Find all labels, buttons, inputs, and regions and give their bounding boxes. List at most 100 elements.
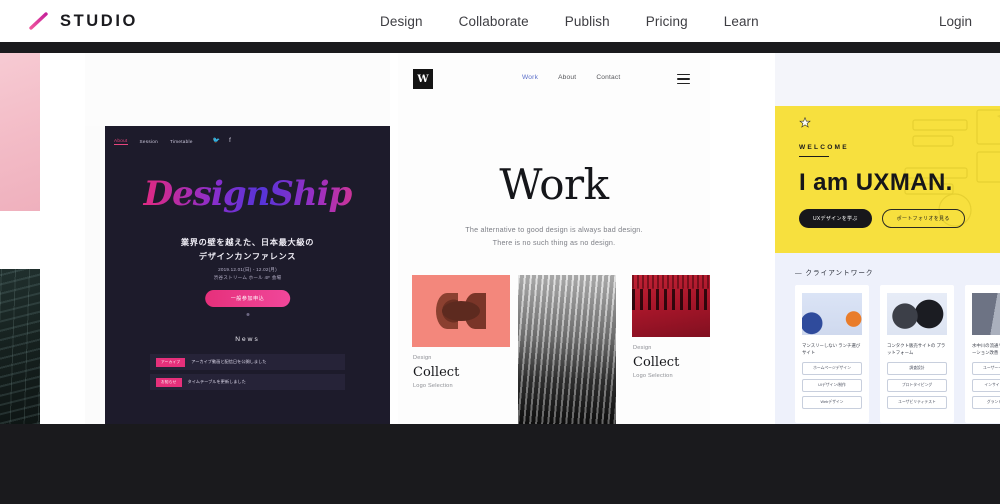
designship-social: 🐦 f [213, 138, 231, 144]
work-item-name: Collect [633, 355, 680, 370]
work-page-title: Work [499, 160, 609, 209]
app-screens-thumb [802, 293, 862, 335]
uxman-secondary-button[interactable]: ポートフォリオを見る [881, 209, 965, 228]
uxman-work-tag: グランドデザイン [972, 396, 1000, 410]
work-grid-item[interactable]: Design Collect Logo Selection [632, 275, 710, 379]
uxman-work-tag: Webデザイン [802, 396, 862, 410]
uxman-hero-buttons: UXデザインを学ぶ ポートフォリオを見る [799, 209, 965, 228]
template-card-designship[interactable]: About Session Timetable 🐦 f DesignShip 業… [85, 53, 390, 424]
work-nav-about[interactable]: About [558, 74, 576, 81]
uxman-work-tag: プロトタイピング [887, 379, 947, 393]
top-navigation-bar: STUDIO Design Collaborate Publish Pricin… [0, 0, 1000, 42]
work-item-meta: Design Collect Logo Selection [632, 337, 710, 379]
news-text: アーカイブ動画と配信日を公開しました [191, 359, 267, 364]
designship-headline: 業界の壁を越えた、日本最大級の デザインカンファレンス [105, 236, 390, 263]
work-grid: Design Collect Logo Selection Design Col… [398, 275, 710, 424]
uxman-eyebrow-underline [799, 156, 829, 158]
nav-item-publish[interactable]: Publish [565, 14, 610, 29]
designship-nav-timetable[interactable]: Timetable [170, 139, 193, 144]
work-item-category: Design [633, 345, 652, 351]
designship-site-preview: About Session Timetable 🐦 f DesignShip 業… [105, 126, 390, 424]
uxman-work-card[interactable]: マンスリーしない ランチ選びサイト ホームページデザイン UIデザイン/制作 W… [795, 285, 869, 424]
work-tagline: The alternative to good design is always… [398, 223, 710, 250]
uxman-work-tag: ホームページデザイン [802, 362, 862, 376]
grayscale-car-thumb [518, 275, 616, 424]
uxman-work-cards: マンスリーしない ランチ選びサイト ホームページデザイン UIデザイン/制作 W… [795, 285, 1000, 424]
card-white-top [85, 53, 390, 126]
pink-gradient-thumb [0, 53, 40, 211]
work-nav-contact[interactable]: Contact [596, 74, 620, 81]
work-item-description: Logo Selection [413, 383, 453, 389]
designship-nav-about[interactable]: About [114, 138, 128, 145]
uxman-work-tag: UIデザイン/制作 [802, 379, 862, 393]
brand-name: STUDIO [60, 11, 138, 30]
work-tagline-line1: The alternative to good design is always… [465, 225, 643, 234]
uxman-section-heading: — クライアントワーク [795, 270, 874, 277]
red-ferrari-thumb [632, 275, 710, 337]
uxman-headline: I am UXMAN. [799, 169, 953, 196]
news-text: タイムテーブルを更新しました [187, 379, 246, 384]
uxman-work-tag: ユーザビリティテスト [887, 396, 947, 410]
designship-headline-line1: 業界の壁を越えた、日本最大級の [180, 238, 315, 247]
template-card-work[interactable]: W Work About Contact Work The alternativ… [398, 53, 710, 424]
work-grid-item[interactable]: Design Collect Logo Selection [412, 275, 510, 389]
uxman-work-card[interactable]: コンタクト販売サイトの プラットフォーム 調査設計 プロトタイピング ユーザビリ… [880, 285, 954, 424]
uxman-work-tag: 調査設計 [887, 362, 947, 376]
work-item-description: Logo Selection [633, 373, 673, 379]
work-item-category: Design [413, 355, 432, 361]
uxman-work-title: コンタクト販売サイトの プラットフォーム [887, 343, 946, 356]
work-nav: Work About Contact [522, 74, 620, 81]
designship-cta-button[interactable]: 一般参加申込 [204, 290, 291, 307]
studio-gallery-page: STUDIO Design Collaborate Publish Pricin… [0, 0, 1000, 504]
uxman-work-tag: インサイト/ログ分析 [972, 379, 1000, 393]
nav-item-design[interactable]: Design [380, 14, 423, 29]
designship-news-heading: News [235, 336, 260, 343]
work-site-header: W Work About Contact [398, 61, 710, 101]
nav-item-collaborate[interactable]: Collaborate [459, 14, 529, 29]
uxman-work-tag: ユーザーインタビュー [972, 362, 1000, 376]
work-grid-item[interactable] [518, 275, 616, 424]
main-nav: Design Collaborate Publish Pricing Learn [380, 0, 759, 42]
work-item-name: Collect [413, 365, 460, 380]
designship-date: 2019.12.01(日) - 12.02(月) [218, 267, 277, 272]
template-card-uxman[interactable]: WELCOME I am UXMAN. UXデザインを学ぶ ポートフォリオを見る… [775, 53, 1000, 424]
hamburger-icon[interactable] [677, 74, 690, 87]
template-card-strip: About Session Timetable 🐦 f DesignShip 業… [0, 53, 1000, 424]
work-item-meta: Design Collect Logo Selection [412, 347, 510, 389]
login-link[interactable]: Login [939, 14, 972, 29]
designship-nav: About Session Timetable 🐦 f [114, 132, 381, 150]
nav-item-pricing[interactable]: Pricing [646, 14, 688, 29]
designship-venue: 渋谷ストリーム ホール 4F 会場 [213, 275, 282, 281]
brand-logo[interactable]: STUDIO [28, 11, 138, 31]
work-nav-work[interactable]: Work [522, 74, 538, 81]
designship-nav-session[interactable]: Session [140, 139, 158, 144]
twitter-icon[interactable]: 🐦 [213, 138, 220, 144]
template-card-pink-architecture[interactable] [0, 53, 40, 424]
scroll-indicator-dot [246, 313, 249, 316]
gallery-canvas: About Session Timetable 🐦 f DesignShip 業… [0, 42, 1000, 504]
office-photo-thumb [972, 293, 1000, 335]
phone-mockup-thumb [887, 293, 947, 335]
designship-subtext: 2019.12.01(日) - 12.02(月) 渋谷ストリーム ホール 4F … [105, 266, 390, 282]
work-tagline-line2: There is no such thing as no design. [492, 238, 616, 248]
designship-headline-line2: デザインカンファレンス [198, 251, 297, 261]
uxman-work-title: 水中川の流通リサーチ ナビゲーション改善 [972, 343, 1000, 356]
nav-right-group: Login [939, 0, 972, 42]
designship-logo-text: DesignShip [105, 174, 390, 214]
salmon-logo-thumb [412, 275, 510, 347]
designship-news-item[interactable]: お知らせ タイムテーブルを更新しました [150, 374, 345, 390]
uxman-client-work-section: — クライアントワーク マンスリーしない ランチ選びサイト ホームページデザイン… [775, 253, 1000, 424]
uxman-primary-button[interactable]: UXデザインを学ぶ [799, 209, 872, 228]
dark-architecture-thumb [0, 269, 40, 424]
designship-news-item[interactable]: アーカイブ アーカイブ動画と配信日を公開しました [150, 354, 345, 370]
star-mark-icon [799, 117, 811, 128]
card-gap [0, 211, 40, 269]
nav-item-learn[interactable]: Learn [724, 14, 759, 29]
slash-logo-icon [29, 12, 48, 30]
news-badge: お知らせ [156, 377, 182, 387]
facebook-icon[interactable]: f [229, 138, 231, 144]
work-logo[interactable]: W [413, 69, 433, 89]
uxman-work-title: マンスリーしない ランチ選びサイト [802, 343, 861, 356]
uxman-hero: WELCOME I am UXMAN. UXデザインを学ぶ ポートフォリオを見る [775, 106, 1000, 253]
uxman-work-card[interactable]: 水中川の流通リサーチ ナビゲーション改善 ユーザーインタビュー インサイト/ログ… [965, 285, 1000, 424]
